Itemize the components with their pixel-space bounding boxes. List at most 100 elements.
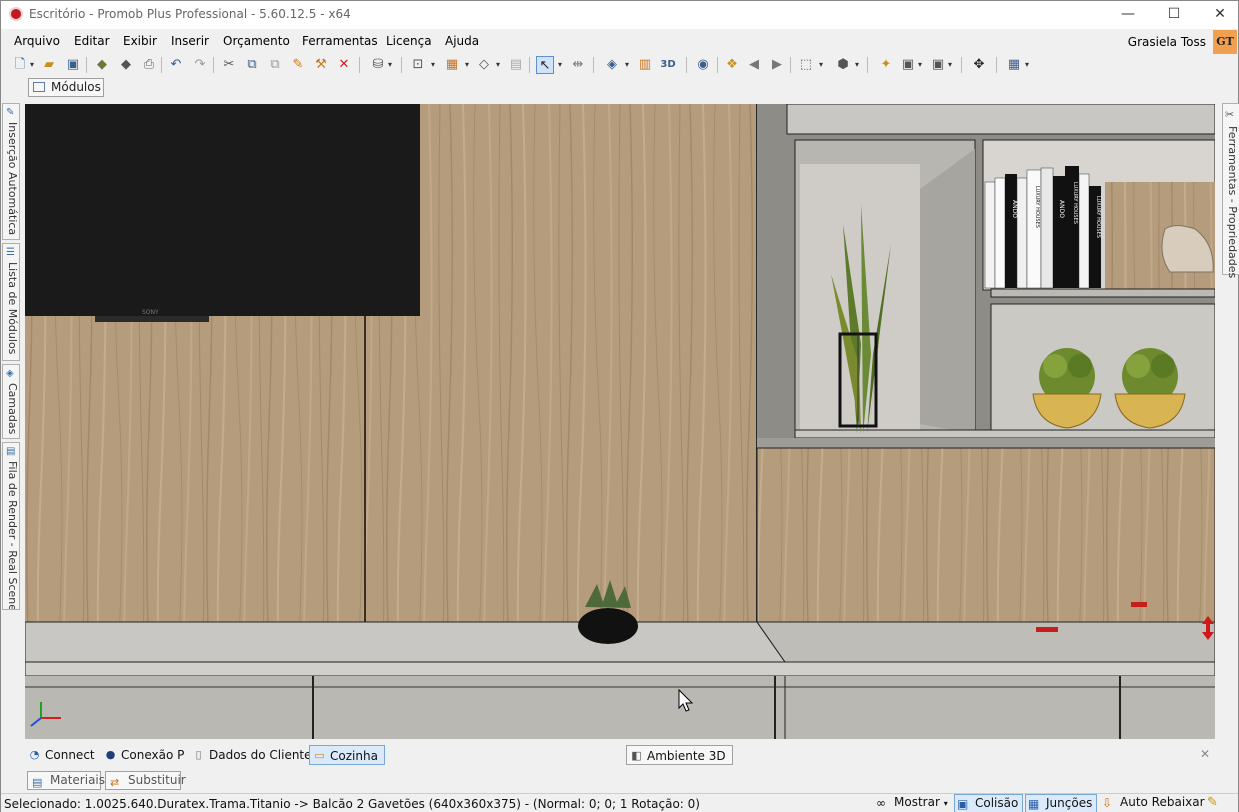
toolbar-separator <box>401 57 402 73</box>
chevron-down-icon[interactable]: ▾ <box>819 56 823 74</box>
eye-icon[interactable]: ◉ <box>694 56 712 74</box>
tab-camadas[interactable]: ◈ Camadas <box>2 364 20 439</box>
cube-icon[interactable]: ⬢ <box>834 56 852 74</box>
toolbar-separator <box>359 57 360 73</box>
arrow-right-icon[interactable]: ▶ <box>768 56 786 74</box>
tools-icon[interactable]: ✎ <box>1207 795 1218 810</box>
open-folder-icon[interactable]: ▰ <box>40 56 58 74</box>
maximize-button[interactable]: ☐ <box>1152 1 1196 29</box>
chevron-down-icon[interactable]: ▾ <box>625 56 629 74</box>
close-view-icon[interactable]: ✕ <box>1200 747 1210 761</box>
render-icon[interactable]: ◆ <box>93 56 111 74</box>
layout-icon[interactable]: ▦ <box>1005 56 1023 74</box>
tab-dados-do-cliente[interactable]: ▯ Dados do Cliente <box>189 745 318 765</box>
tab-lista-de-modulos-label: Lista de Módulos <box>6 262 19 355</box>
module-insert-icon[interactable]: ❖ <box>723 56 741 74</box>
tab-modulos[interactable]: Módulos <box>28 78 104 97</box>
tab-materiais[interactable]: ▤ Materiais <box>27 771 105 790</box>
auto-rebaixar-toggle[interactable]: ⇩ Auto Rebaixar <box>1100 794 1209 812</box>
shape-icon[interactable]: ◇ <box>475 56 493 74</box>
tab-insercao-automatica-label: Inserção Automática <box>6 122 19 236</box>
undo-icon[interactable]: ↶ <box>167 56 185 74</box>
toolbar-separator <box>867 57 868 73</box>
chevron-down-icon[interactable]: ▾ <box>388 56 392 74</box>
tab-fila-de-render[interactable]: ▤ Fila de Render - Real Scene <box>2 442 20 610</box>
countertop[interactable] <box>25 621 786 663</box>
menu-ferramentas[interactable]: Ferramentas <box>302 34 378 48</box>
main-toolbar: 🗋 ▾ ▰ ▣ ◆ ◆ ⎙ ↶ ↷ ✂ ⧉ ⧉ ✎ ⚒ ✕ ⛁ ▾ ⊡ ▾ ▦ … <box>1 54 1238 76</box>
tv-screen[interactable] <box>25 104 420 316</box>
tab-connect-label: Connect <box>45 748 95 762</box>
paste-icon[interactable]: ⧉ <box>266 56 284 74</box>
close-button[interactable]: ✕ <box>1198 1 1239 29</box>
viewport-3d[interactable]: SONY ANDO LUXURY HOUSES ANDO LUXURY HOUS… <box>25 104 1215 739</box>
elevation-icon[interactable]: ▥ <box>636 56 654 74</box>
view-3d-icon[interactable]: 3D <box>659 56 677 74</box>
menu-arquivo[interactable]: Arquivo <box>14 34 60 48</box>
user-name[interactable]: Grasiela Toss <box>1128 35 1206 49</box>
tab-insercao-automatica[interactable]: ✎ Inserção Automática <box>2 103 20 240</box>
hammer-icon[interactable]: ⚒ <box>312 56 330 74</box>
module-icon[interactable]: ⊡ <box>409 56 427 74</box>
chevron-down-icon[interactable]: ▾ <box>465 56 469 74</box>
menu-licenca[interactable]: Licença <box>386 34 432 48</box>
move-icon[interactable]: ✥ <box>970 56 988 74</box>
menu-inserir[interactable]: Inserir <box>171 34 209 48</box>
arrow-left-icon[interactable]: ◀ <box>745 56 763 74</box>
colisao-label: Colisão <box>975 796 1019 810</box>
toolbar-separator <box>593 57 594 73</box>
books-row[interactable]: ANDO LUXURY HOUSES ANDO LUXURY HOUSES LU… <box>984 166 1101 289</box>
chevron-down-icon[interactable]: ▾ <box>855 56 859 74</box>
tab-lista-de-modulos[interactable]: ☰ Lista de Módulos <box>2 243 20 361</box>
chevron-down-icon[interactable]: ▾ <box>30 56 34 74</box>
save-icon[interactable]: ▣ <box>64 56 82 74</box>
redo-icon[interactable]: ↷ <box>191 56 209 74</box>
tab-connect[interactable]: ◔ Connect <box>25 745 101 765</box>
light-icon[interactable]: ✦ <box>877 56 895 74</box>
toolbar-separator <box>961 57 962 73</box>
colisao-toggle[interactable]: ▣ Colisão <box>954 794 1024 812</box>
user-avatar[interactable]: GT <box>1213 30 1237 54</box>
grid-icon[interactable]: ▤ <box>507 56 525 74</box>
chevron-down-icon[interactable]: ▾ <box>558 56 562 74</box>
print-icon[interactable]: ⎙ <box>140 56 158 74</box>
cut-icon[interactable]: ✂ <box>220 56 238 74</box>
measure-icon[interactable]: ⇹ <box>569 56 587 74</box>
camera-icon[interactable]: ▣ <box>899 56 917 74</box>
chevron-down-icon[interactable]: ▾ <box>1025 56 1029 74</box>
chevron-down-icon[interactable]: ▾ <box>431 56 435 74</box>
juncoes-toggle[interactable]: ▦ Junções <box>1025 794 1098 812</box>
wall-icon[interactable]: ▦ <box>443 56 461 74</box>
chevron-down-icon[interactable]: ▾ <box>948 56 952 74</box>
budget-icon[interactable]: ⛁ <box>369 56 387 74</box>
tab-substituir[interactable]: ⇄ Substituir <box>105 771 186 790</box>
tools-icon: ✂ <box>1225 108 1235 121</box>
delete-icon[interactable]: ✕ <box>335 56 353 74</box>
toolbar-separator <box>529 57 530 73</box>
mostrar-button[interactable]: ∞ Mostrar ▾ <box>874 794 952 812</box>
paint-brush-icon[interactable]: ✎ <box>289 56 307 74</box>
menu-orcamento[interactable]: Orçamento <box>223 34 290 48</box>
menu-exibir[interactable]: Exibir <box>123 34 157 48</box>
new-file-icon[interactable]: 🗋 <box>11 56 29 74</box>
copy-icon[interactable]: ⧉ <box>243 56 261 74</box>
tab-ambiente-3d[interactable]: ◧ Ambiente 3D <box>626 745 733 765</box>
mostrar-label: Mostrar <box>894 795 940 809</box>
render-settings-icon[interactable]: ◆ <box>117 56 135 74</box>
chevron-down-icon: ▾ <box>943 799 948 808</box>
select-cursor-icon[interactable]: ↖ <box>536 56 554 74</box>
tab-cozinha[interactable]: ▭ Cozinha <box>309 745 385 765</box>
camera-settings-icon[interactable]: ▣ <box>929 56 947 74</box>
view-box-icon[interactable]: ⬚ <box>797 56 815 74</box>
chevron-down-icon[interactable]: ▾ <box>496 56 500 74</box>
menu-editar[interactable]: Editar <box>74 34 110 48</box>
scene-render[interactable]: SONY ANDO LUXURY HOUSES ANDO LUXURY HOUS… <box>25 104 1215 739</box>
menu-ajuda[interactable]: Ajuda <box>445 34 479 48</box>
drawer-fronts[interactable] <box>25 676 1215 739</box>
list-icon: ☰ <box>6 247 15 258</box>
minimize-button[interactable]: — <box>1106 1 1150 29</box>
chevron-down-icon[interactable]: ▾ <box>918 56 922 74</box>
layers-icon[interactable]: ◈ <box>603 56 621 74</box>
tab-ferramentas-propriedades[interactable]: ✂ Ferramentas - Propriedades <box>1222 103 1239 278</box>
tab-conexao-p[interactable]: ● Conexão P <box>101 745 190 765</box>
